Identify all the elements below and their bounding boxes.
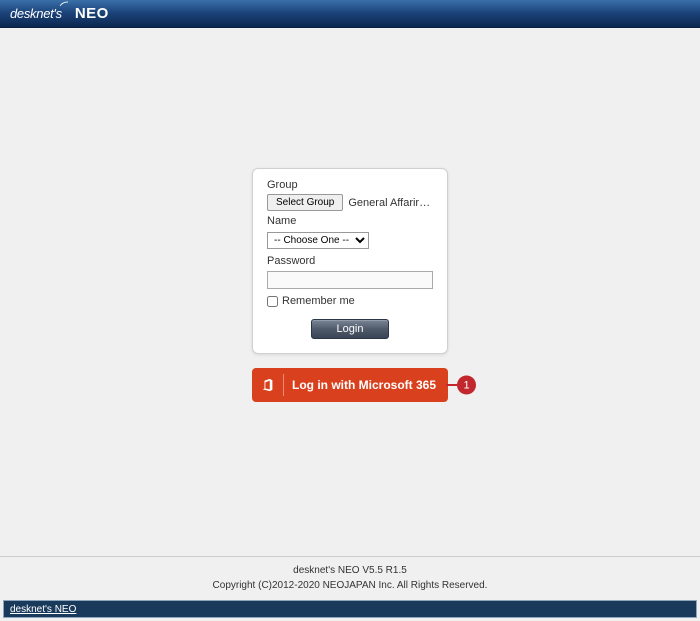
- group-label: Group: [267, 179, 433, 191]
- logo-text-2: NEO: [75, 5, 109, 22]
- remember-checkbox[interactable]: [267, 296, 278, 307]
- remember-label: Remember me: [282, 295, 355, 307]
- main-content: Group Select Group General Affarirs D...…: [0, 28, 700, 562]
- ms365-container: Log in with Microsoft 365 1: [252, 368, 448, 402]
- select-group-button[interactable]: Select Group: [267, 194, 343, 211]
- selected-group-text: General Affarirs D...: [348, 197, 433, 209]
- logo-swoosh-icon: [59, 2, 71, 14]
- login-button[interactable]: Login: [311, 319, 389, 339]
- ms365-icon-wrap: [252, 374, 284, 396]
- name-label: Name: [267, 215, 433, 227]
- footer-bar: desknet's NEO: [3, 600, 697, 618]
- app-logo: desknet's NEO: [10, 5, 109, 22]
- password-input[interactable]: [267, 271, 433, 289]
- app-header: desknet's NEO: [0, 0, 700, 28]
- office-icon: [261, 378, 275, 392]
- remember-row: Remember me: [267, 295, 433, 307]
- footer-info: desknet's NEO V5.5 R1.5 Copyright (C)201…: [0, 556, 700, 593]
- ms365-login-button[interactable]: Log in with Microsoft 365: [252, 368, 448, 402]
- login-form: Group Select Group General Affarirs D...…: [252, 168, 448, 354]
- password-label: Password: [267, 255, 433, 267]
- annotation-badge: 1: [457, 376, 476, 395]
- logo-text-1: desknet's: [10, 6, 62, 21]
- footer-link[interactable]: desknet's NEO: [10, 604, 76, 615]
- ms365-button-text: Log in with Microsoft 365: [284, 378, 436, 392]
- copyright-text: Copyright (C)2012-2020 NEOJAPAN Inc. All…: [0, 578, 700, 593]
- name-select[interactable]: -- Choose One --: [267, 232, 369, 249]
- group-row: Select Group General Affarirs D...: [267, 194, 433, 211]
- version-text: desknet's NEO V5.5 R1.5: [0, 563, 700, 578]
